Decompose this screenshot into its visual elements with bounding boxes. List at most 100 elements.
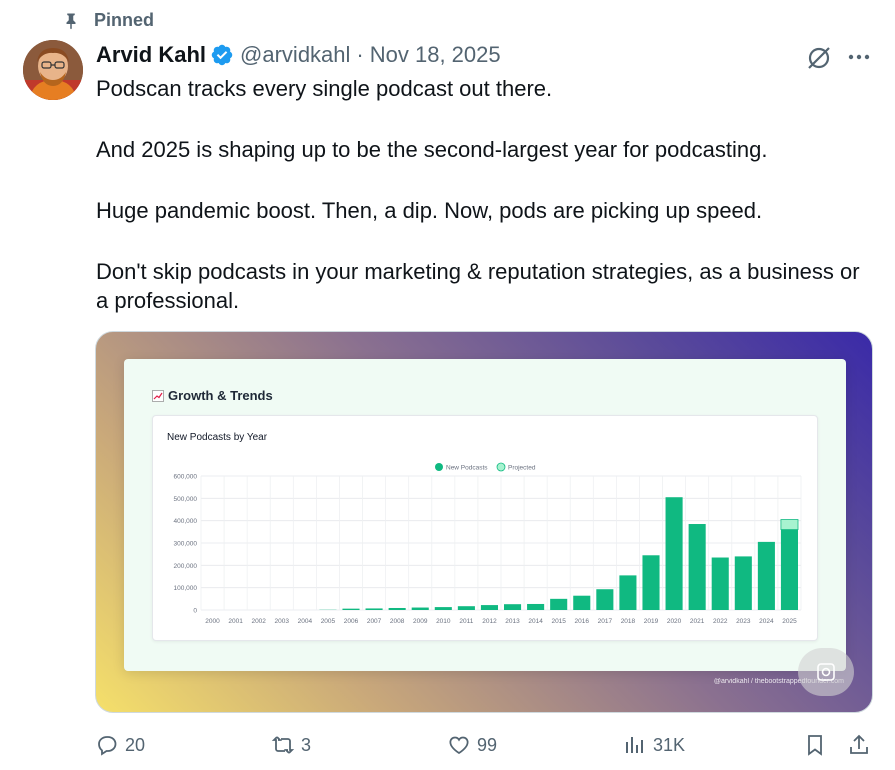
bar-new-podcasts — [757, 541, 775, 610]
share-icon — [850, 734, 868, 754]
analytics-icon — [626, 737, 643, 753]
pinned-label: Pinned — [94, 10, 155, 30]
like-count: 99 — [477, 734, 498, 755]
more-options-icon[interactable] — [846, 44, 872, 70]
x-tick-label: 2010 — [436, 618, 451, 625]
tweet-header: Arvid Kahl @arvidkahl · Nov 18, 2025 — [96, 42, 501, 68]
reply-count: 20 — [125, 734, 146, 755]
verified-badge-icon[interactable] — [210, 43, 234, 67]
x-tick-label: 2007 — [367, 618, 382, 625]
x-tick-label: 2006 — [344, 618, 359, 625]
bar-new-podcasts — [642, 555, 660, 610]
x-tick-label: 2003 — [275, 618, 290, 625]
bar-new-podcasts — [780, 529, 798, 610]
legend-swatch-new-podcasts — [435, 463, 443, 471]
bar-new-podcasts — [342, 608, 360, 610]
x-tick-label: 2017 — [598, 618, 613, 625]
bar-new-podcasts — [688, 524, 706, 610]
bar-new-podcasts — [457, 606, 475, 610]
x-tick-label: 2016 — [575, 618, 590, 625]
chart-increasing-icon — [152, 389, 164, 402]
pinned-indicator: Pinned — [62, 10, 154, 31]
grok-icon[interactable] — [805, 44, 833, 72]
bar-new-podcasts — [388, 607, 406, 610]
x-tick-label: 2020 — [667, 618, 682, 625]
bar-new-podcasts — [365, 608, 383, 610]
x-tick-label: 2011 — [459, 618, 473, 625]
y-tick-label: 500,000 — [174, 496, 198, 503]
x-tick-label: 2005 — [321, 618, 336, 625]
tweet-paragraph: Podscan tracks every single podcast out … — [96, 76, 553, 101]
x-tick-label: 2002 — [251, 618, 266, 625]
y-tick-label: 200,000 — [174, 563, 198, 570]
bar-new-podcasts — [527, 603, 545, 610]
y-tick-label: 300,000 — [174, 541, 198, 548]
x-tick-label: 2001 — [228, 618, 243, 625]
x-tick-label: 2014 — [528, 618, 543, 625]
bar-new-podcasts — [480, 605, 498, 610]
y-tick-label: 600,000 — [174, 474, 198, 481]
separator-dot: · — [356, 42, 364, 67]
bar-new-podcasts — [411, 607, 429, 610]
bar-new-podcasts — [711, 557, 729, 610]
chart-slide: Growth & Trends New Podcasts by Year New… — [124, 359, 846, 671]
share-button[interactable] — [847, 733, 871, 757]
bar-new-podcasts — [734, 556, 752, 610]
bar-new-podcasts — [619, 575, 637, 610]
tweet-date[interactable]: Nov 18, 2025 — [370, 42, 501, 68]
bar-new-podcasts — [665, 497, 683, 610]
slide-title: Growth & Trends — [152, 388, 273, 403]
x-tick-label: 2019 — [644, 618, 659, 625]
x-tick-label: 2015 — [551, 618, 566, 625]
x-tick-label: 2022 — [713, 618, 728, 625]
repost-icon — [271, 736, 295, 754]
tweet-paragraph: Don't skip podcasts in your marketing & … — [96, 259, 860, 313]
bar-projected — [780, 519, 799, 531]
x-tick-label: 2013 — [505, 618, 520, 625]
chart-card: New Podcasts by Year New Podcasts Project… — [152, 415, 818, 641]
x-tick-label: 2004 — [298, 618, 313, 625]
author-name[interactable]: Arvid Kahl — [96, 42, 206, 68]
x-tick-label: 2021 — [690, 618, 705, 625]
bar-new-podcasts — [573, 595, 591, 610]
x-tick-label: 2023 — [736, 618, 751, 625]
tweet-paragraph: Huge pandemic boost. Then, a dip. Now, p… — [96, 198, 763, 223]
legend-swatch-projected — [496, 462, 506, 472]
avatar[interactable] — [23, 40, 83, 100]
bookmark-icon — [808, 735, 822, 756]
view-count: 31K — [653, 734, 686, 755]
y-tick-label: 0 — [193, 608, 197, 615]
views-button[interactable]: 31K — [623, 733, 685, 757]
repost-button[interactable]: 3 — [271, 733, 311, 757]
reply-button[interactable]: 20 — [95, 733, 145, 757]
pin-icon — [66, 13, 76, 29]
tweet-paragraph: And 2025 is shaping up to be the second-… — [96, 137, 768, 162]
repost-count: 3 — [301, 734, 312, 755]
x-tick-label: 2009 — [413, 618, 428, 625]
tweet-image[interactable]: Growth & Trends New Podcasts by Year New… — [95, 331, 873, 713]
author-handle[interactable]: @arvidkahl — [240, 42, 350, 68]
x-tick-label: 2025 — [782, 618, 797, 625]
x-tick-label: 2024 — [759, 618, 774, 625]
legend-label-projected: Projected — [508, 465, 536, 472]
x-tick-label: 2018 — [621, 618, 636, 625]
bar-new-podcasts — [550, 598, 568, 610]
slide-title-text: Growth & Trends — [168, 388, 273, 403]
heart-icon — [449, 736, 469, 755]
x-tick-label: 2012 — [482, 618, 497, 625]
bar-new-podcasts — [596, 589, 614, 610]
x-tick-label: 2000 — [205, 618, 220, 625]
y-tick-label: 100,000 — [174, 585, 198, 592]
tweet-actions: 20 3 99 31K — [95, 733, 875, 761]
bar-new-podcasts — [504, 604, 522, 610]
tweet-text: Podscan tracks every single podcast out … — [96, 74, 866, 347]
reply-icon — [98, 736, 117, 756]
bookmark-button[interactable] — [803, 733, 827, 757]
image-alt-badge[interactable] — [798, 648, 854, 696]
image-search-icon — [817, 663, 835, 681]
y-tick-label: 400,000 — [174, 518, 198, 525]
bar-chart: New Podcasts Projected 0 100,000 200,000 300,… — [174, 462, 802, 625]
like-button[interactable]: 99 — [447, 733, 497, 757]
bar-new-podcasts — [434, 607, 452, 610]
x-tick-label: 2008 — [390, 618, 405, 625]
